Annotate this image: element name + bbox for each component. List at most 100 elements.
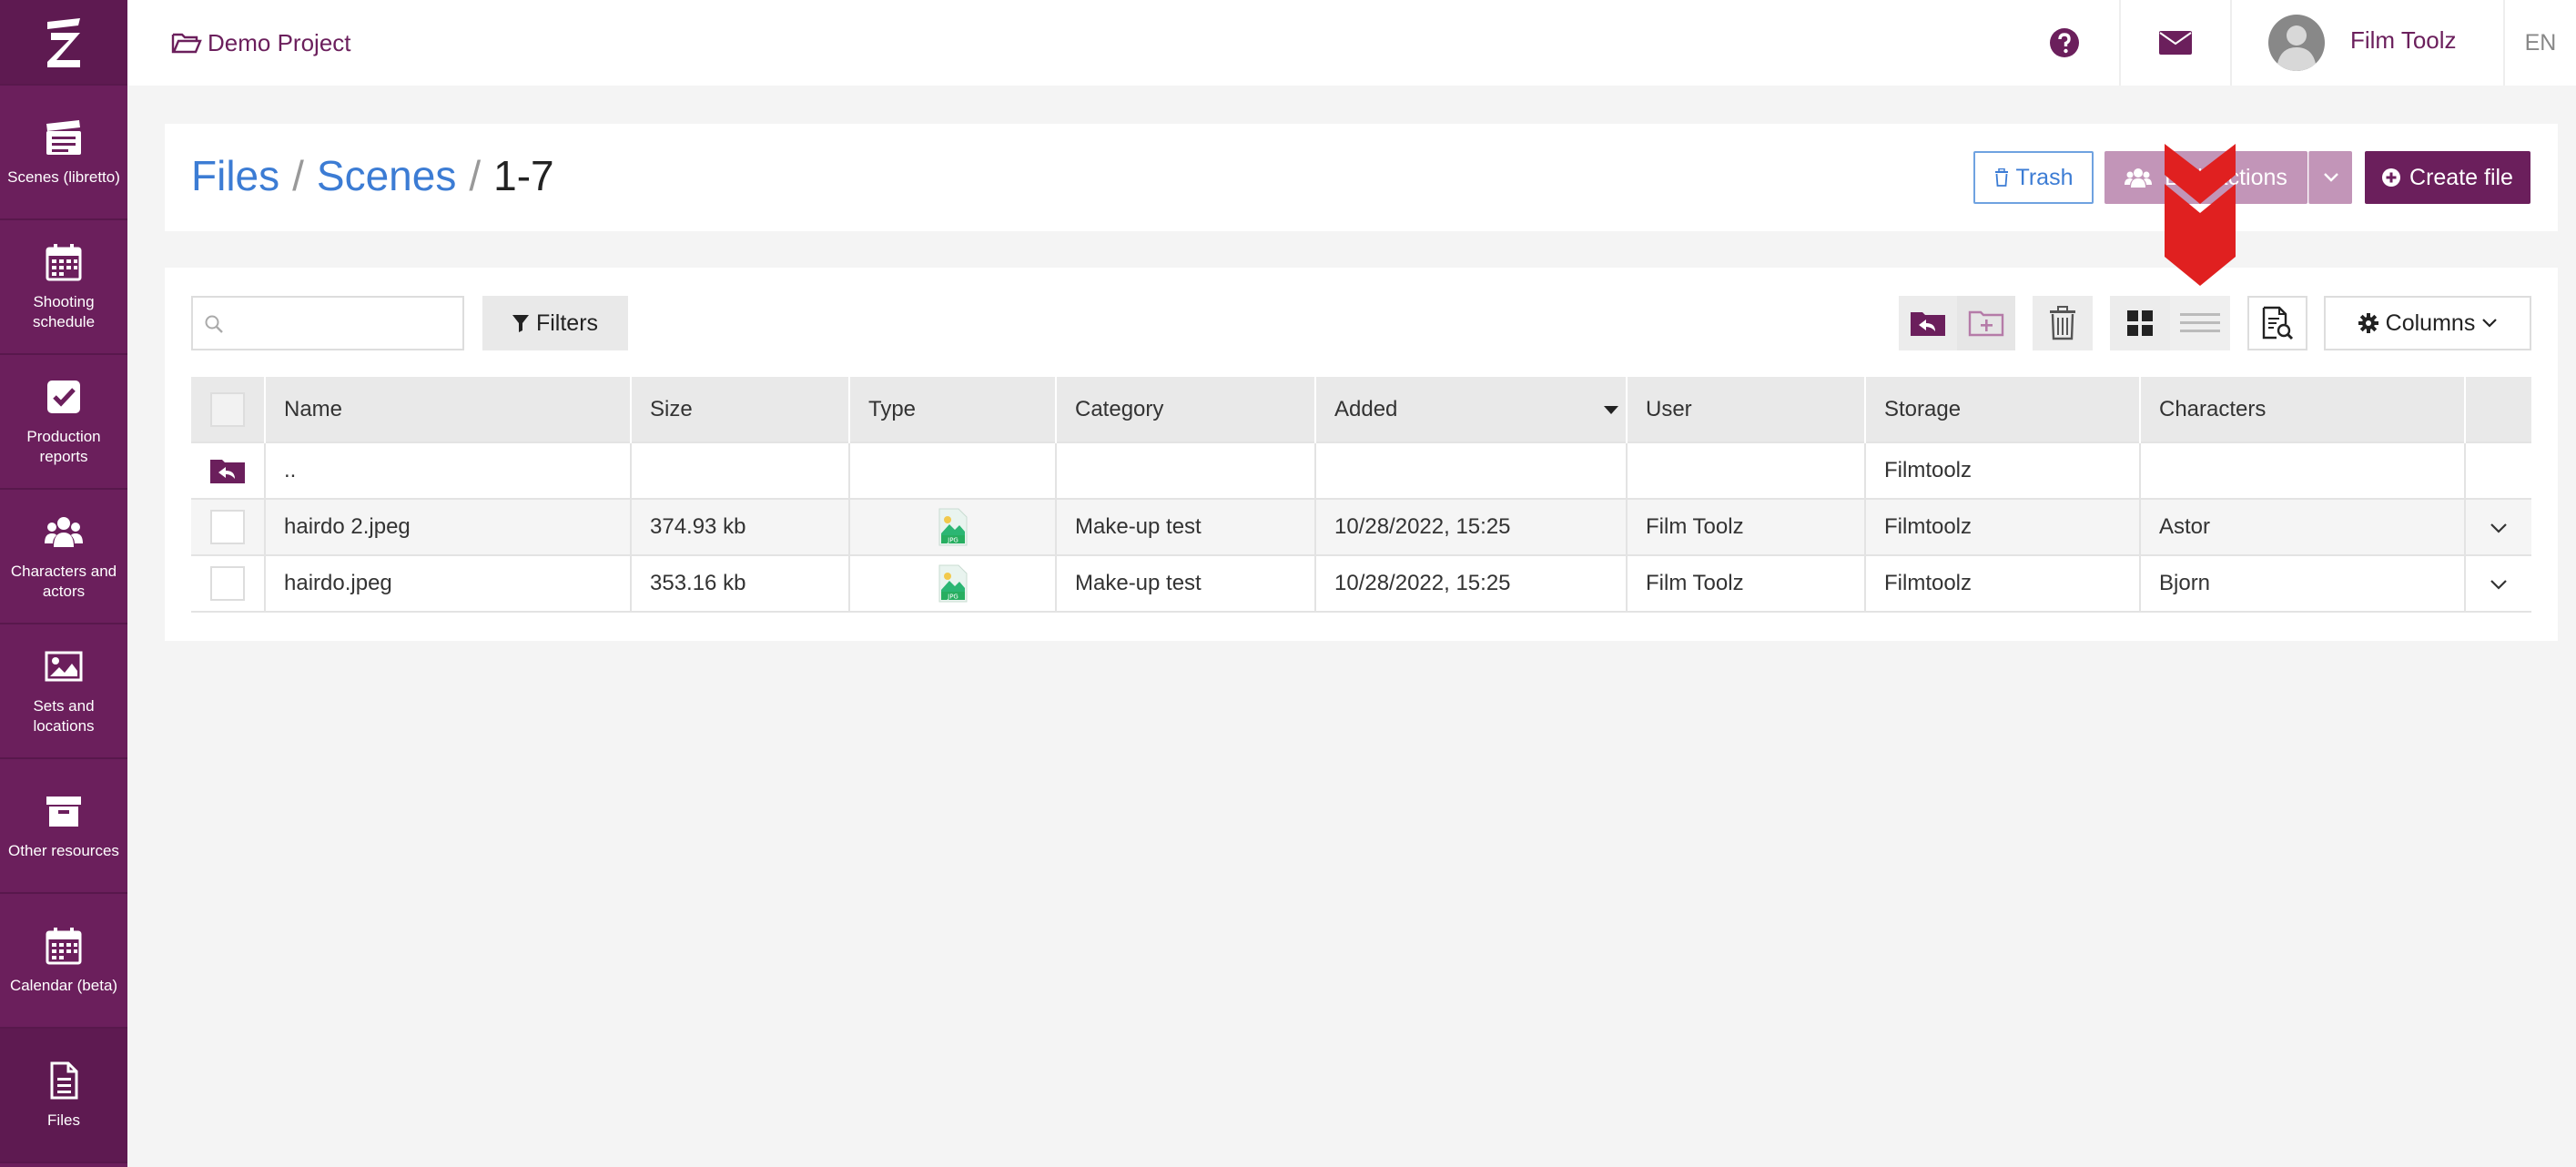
sidebar-item-characters[interactable]: Characters and actors bbox=[0, 490, 127, 624]
column-header-actions bbox=[2465, 377, 2531, 442]
parent-folder-row[interactable]: .. Filmtoolz bbox=[191, 441, 2531, 499]
bulk-actions-dropdown[interactable] bbox=[2308, 151, 2352, 204]
row-expand-cell[interactable] bbox=[2465, 498, 2531, 555]
calendar-icon bbox=[46, 928, 82, 965]
storage-cell: Filmtoolz bbox=[1865, 441, 2141, 499]
table-row[interactable]: hairdo.jpeg 353.16 kb JPG Make-up test 1… bbox=[191, 554, 2531, 613]
trash-icon bbox=[1994, 168, 2008, 187]
row-checkbox[interactable] bbox=[210, 566, 245, 601]
project-name: Demo Project bbox=[208, 28, 351, 56]
column-header-type[interactable]: Type bbox=[849, 377, 1057, 442]
column-header-added[interactable]: Added bbox=[1315, 377, 1628, 442]
column-header-storage[interactable]: Storage bbox=[1865, 377, 2141, 442]
row-checkbox[interactable] bbox=[210, 510, 245, 544]
sidebar-item-production-reports[interactable]: Production reports bbox=[0, 355, 127, 490]
table-cell bbox=[849, 441, 1057, 499]
breadcrumb-current: 1-7 bbox=[493, 152, 554, 199]
column-header-characters[interactable]: Characters bbox=[2140, 377, 2466, 442]
column-header-category[interactable]: Category bbox=[1056, 377, 1316, 442]
file-size-cell: 353.16 kb bbox=[631, 554, 850, 613]
chevron-down-icon bbox=[2490, 580, 2507, 590]
file-type-label: JPG bbox=[947, 537, 958, 544]
columns-button[interactable]: Columns bbox=[2324, 296, 2531, 350]
sidebar-item-scenes[interactable]: Scenes (libretto) bbox=[0, 86, 127, 220]
users-icon bbox=[45, 517, 83, 547]
chevron-down-icon bbox=[2490, 523, 2507, 533]
column-header-added-label: Added bbox=[1334, 396, 1398, 421]
row-select-cell bbox=[191, 554, 266, 613]
list-icon bbox=[2180, 313, 2220, 332]
file-name-cell[interactable]: hairdo.jpeg bbox=[265, 554, 632, 613]
search-field[interactable] bbox=[191, 296, 464, 350]
chevron-down-icon bbox=[2323, 173, 2338, 182]
sidebar: Scenes (libretto) Shooting schedule Prod… bbox=[0, 0, 127, 1167]
language-selector[interactable]: EN bbox=[2503, 0, 2576, 86]
messages-button[interactable] bbox=[2119, 0, 2230, 86]
file-icon bbox=[50, 1061, 78, 1100]
folder-open-icon bbox=[171, 33, 202, 54]
topbar: Demo Project Film Toolz EN bbox=[127, 0, 2576, 86]
sidebar-item-sets[interactable]: Sets and locations bbox=[0, 624, 127, 759]
sort-desc-icon bbox=[1604, 406, 1618, 414]
sidebar-item-files[interactable]: Files bbox=[0, 1029, 127, 1163]
filters-button[interactable]: Filters bbox=[482, 296, 628, 350]
files-panel: Filters Columns Name Size Type Category … bbox=[165, 268, 2558, 641]
file-type-cell: JPG bbox=[849, 498, 1057, 555]
folder-up-button[interactable] bbox=[1899, 296, 1957, 350]
archive-icon bbox=[46, 797, 81, 827]
table-header-row: Name Size Type Category Added User Stora… bbox=[191, 377, 2531, 442]
grid-view-button[interactable] bbox=[2110, 296, 2170, 350]
parent-folder-name[interactable]: .. bbox=[265, 441, 632, 499]
select-all-cell bbox=[191, 377, 266, 442]
sidebar-item-calendar[interactable]: Calendar (beta) bbox=[0, 894, 127, 1029]
storage-cell: Filmtoolz bbox=[1865, 554, 2141, 613]
create-file-button[interactable]: Create file bbox=[2365, 151, 2530, 204]
breadcrumb-files[interactable]: Files bbox=[191, 151, 279, 200]
breadcrumb-scenes[interactable]: Scenes bbox=[317, 151, 456, 200]
file-search-icon bbox=[2262, 306, 2294, 340]
filter-icon bbox=[512, 315, 529, 332]
column-header-size[interactable]: Size bbox=[631, 377, 850, 442]
characters-cell: Bjorn bbox=[2140, 554, 2466, 613]
file-size-cell: 374.93 kb bbox=[631, 498, 850, 555]
added-cell: 10/28/2022, 15:25 bbox=[1315, 498, 1628, 555]
sidebar-item-other-resources[interactable]: Other resources bbox=[0, 759, 127, 894]
user-cell: Film Toolz bbox=[1627, 554, 1866, 613]
table-cell bbox=[2465, 441, 2531, 499]
storage-cell: Filmtoolz bbox=[1865, 498, 2141, 555]
table-row[interactable]: hairdo 2.jpeg 374.93 kb JPG Make-up test… bbox=[191, 498, 2531, 555]
trash-button[interactable]: Trash bbox=[1973, 151, 2094, 204]
sidebar-item-label: Other resources bbox=[8, 842, 119, 859]
sidebar-item-label: Files bbox=[47, 1111, 80, 1129]
file-type-cell: JPG bbox=[849, 554, 1057, 613]
grid-icon bbox=[2127, 310, 2153, 336]
user-menu[interactable]: Film Toolz bbox=[2230, 0, 2503, 86]
sidebar-item-label: Characters and actors bbox=[10, 563, 117, 600]
select-all-checkbox[interactable] bbox=[210, 391, 245, 427]
jpg-file-icon: JPG bbox=[938, 564, 967, 603]
row-expand-cell[interactable] bbox=[2465, 554, 2531, 613]
new-folder-button[interactable] bbox=[1957, 296, 2015, 350]
table-cell bbox=[1315, 441, 1628, 499]
plus-circle-icon bbox=[2382, 168, 2401, 187]
app-logo[interactable] bbox=[0, 0, 127, 86]
search-icon bbox=[205, 315, 223, 333]
project-selector[interactable]: Demo Project bbox=[171, 29, 351, 57]
sidebar-item-label: Production reports bbox=[26, 428, 101, 465]
delete-button[interactable] bbox=[2033, 296, 2093, 350]
sidebar-item-label: Sets and locations bbox=[33, 697, 95, 735]
column-header-user[interactable]: User bbox=[1627, 377, 1866, 442]
filters-label: Filters bbox=[535, 310, 599, 336]
help-button[interactable] bbox=[2010, 0, 2119, 86]
column-header-name[interactable]: Name bbox=[265, 377, 632, 442]
sidebar-item-shooting-schedule[interactable]: Shooting schedule bbox=[0, 220, 127, 355]
preview-button[interactable] bbox=[2247, 296, 2307, 350]
list-view-button[interactable] bbox=[2170, 296, 2230, 350]
added-cell: 10/28/2022, 15:25 bbox=[1315, 554, 1628, 613]
sidebar-item-label: Shooting schedule bbox=[32, 293, 96, 330]
user-name: Film Toolz bbox=[2350, 25, 2457, 54]
file-name-cell[interactable]: hairdo 2.jpeg bbox=[265, 498, 632, 555]
characters-cell: Astor bbox=[2140, 498, 2466, 555]
search-input[interactable] bbox=[229, 305, 457, 341]
calendar-icon bbox=[46, 244, 82, 281]
